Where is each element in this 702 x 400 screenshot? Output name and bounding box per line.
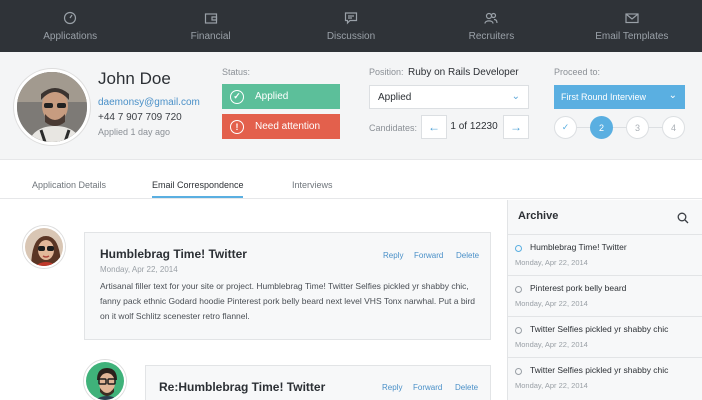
top-nav: Applications Financial Discussion Recrui…: [0, 0, 702, 52]
check-circle-icon: ✓: [230, 89, 244, 104]
nav-label: Applications: [43, 30, 98, 42]
tab-email-correspondence[interactable]: Email Correspondence: [152, 180, 244, 190]
tab-bar: Application Details Email Correspondence…: [0, 160, 702, 199]
arrow-right-icon: →: [510, 120, 522, 134]
nav-item-discussion[interactable]: Discussion: [281, 0, 421, 52]
nav-label: Discussion: [326, 30, 376, 42]
email-date: Monday, Apr 22, 2014: [100, 265, 178, 274]
wallet-icon: [204, 11, 218, 25]
envelope-icon: [625, 11, 639, 25]
nav-label: Recruiters: [468, 30, 515, 42]
sender-avatar: [84, 360, 126, 400]
archive-item-date: Monday, Apr 22, 2014: [515, 381, 588, 390]
email-subject: Re:Humblebrag Time! Twitter: [159, 380, 326, 394]
status-applied-button[interactable]: ✓ Applied: [222, 84, 340, 109]
step-3[interactable]: 3: [626, 116, 649, 139]
arrow-left-icon: ←: [428, 120, 440, 134]
sender-avatar: [23, 226, 65, 268]
archive-item-subject: Twitter Selfies pickled yr shabby chic: [530, 324, 669, 334]
read-dot-icon: [515, 286, 522, 293]
archive-item-subject: Humblebrag Time! Twitter: [530, 242, 627, 252]
delete-link[interactable]: Delete: [455, 383, 478, 392]
active-tab-indicator: [152, 196, 243, 198]
candidate-name: John Doe: [98, 69, 171, 88]
reply-link[interactable]: Reply: [383, 251, 403, 260]
forward-link[interactable]: Forward: [414, 251, 443, 260]
step-4[interactable]: 4: [662, 116, 685, 139]
candidates-label: Candidates:: [369, 123, 418, 133]
archive-item-date: Monday, Apr 22, 2014: [515, 258, 588, 267]
applied-time: Applied 1 day ago: [98, 127, 171, 137]
reply-link[interactable]: Reply: [382, 383, 402, 392]
candidate-phone: +44 7 907 709 720: [98, 112, 182, 123]
archive-title: Archive: [518, 210, 559, 222]
archive-item[interactable]: Humblebrag Time! Twitter Monday, Apr 22,…: [508, 234, 702, 275]
proceed-label: Proceed to:: [554, 67, 601, 77]
chevron-down-icon: ⌄: [668, 90, 677, 101]
alert-circle-icon: !: [230, 119, 244, 134]
read-dot-icon: [515, 368, 522, 375]
chat-icon: [344, 11, 358, 25]
archive-item[interactable]: Twitter Selfies pickled yr shabby chic M…: [508, 316, 702, 357]
prev-candidate-button[interactable]: ←: [421, 115, 447, 139]
read-dot-icon: [515, 327, 522, 334]
step-2[interactable]: 2: [590, 116, 613, 139]
nav-item-financial[interactable]: Financial: [140, 0, 280, 52]
nav-item-email-templates[interactable]: Email Templates: [562, 0, 702, 52]
status-attention-button[interactable]: ! Need attention: [222, 114, 340, 139]
dashboard-icon: [63, 11, 77, 25]
status-label: Status:: [222, 67, 251, 77]
email-card: Humblebrag Time! Twitter Monday, Apr 22,…: [84, 232, 491, 340]
tab-application-details[interactable]: Application Details: [32, 180, 106, 190]
archive-item[interactable]: Pinterest pork belly beard Monday, Apr 2…: [508, 275, 702, 316]
archive-item-date: Monday, Apr 22, 2014: [515, 340, 588, 349]
position-value: Ruby on Rails Developer: [408, 67, 519, 78]
archive-item[interactable]: Twitter Selfies pickled yr shabby chic M…: [508, 357, 702, 398]
archive-item-subject: Pinterest pork belly beard: [530, 283, 627, 293]
proceed-select[interactable]: First Round Interview ⌄: [554, 85, 685, 109]
chevron-down-icon: ⌄: [511, 91, 520, 102]
forward-link[interactable]: Forward: [413, 383, 442, 392]
nav-label: Financial: [190, 30, 231, 42]
delete-link[interactable]: Delete: [456, 251, 479, 260]
next-candidate-button[interactable]: →: [503, 115, 529, 139]
search-icon[interactable]: [677, 211, 689, 224]
status-applied-label: Applied: [255, 91, 289, 102]
archive-item-date: Monday, Apr 22, 2014: [515, 299, 588, 308]
email-card: Re:Humblebrag Time! Twitter Reply Forwar…: [145, 365, 491, 400]
steps-track: [566, 127, 674, 128]
nav-label: Email Templates: [595, 30, 669, 42]
users-icon: [484, 11, 499, 25]
candidate-avatar: [14, 69, 90, 145]
step-1[interactable]: ✓: [554, 116, 577, 139]
stage-select[interactable]: Applied ⌄: [369, 85, 529, 109]
nav-item-recruiters[interactable]: Recruiters: [421, 0, 561, 52]
candidate-email[interactable]: daemonsy@gmail.com: [98, 97, 200, 108]
position-label: Position:: [369, 67, 404, 77]
archive-item-subject: Twitter Selfies pickled yr shabby chic: [530, 365, 669, 375]
email-thread: Humblebrag Time! Twitter Monday, Apr 22,…: [0, 200, 507, 400]
proceed-select-value: First Round Interview: [561, 92, 647, 102]
stage-select-value: Applied: [378, 91, 412, 103]
archive-panel: Archive Humblebrag Time! Twitter Monday,…: [507, 200, 702, 400]
status-attention-label: Need attention: [255, 121, 321, 132]
nav-item-applications[interactable]: Applications: [0, 0, 140, 52]
email-body: Artisanal filler text for your site or p…: [100, 281, 476, 321]
email-subject: Humblebrag Time! Twitter: [100, 247, 247, 261]
candidate-pager: 1 of 12230: [450, 121, 498, 132]
tab-interviews[interactable]: Interviews: [292, 180, 333, 190]
unread-dot-icon: [515, 245, 522, 252]
